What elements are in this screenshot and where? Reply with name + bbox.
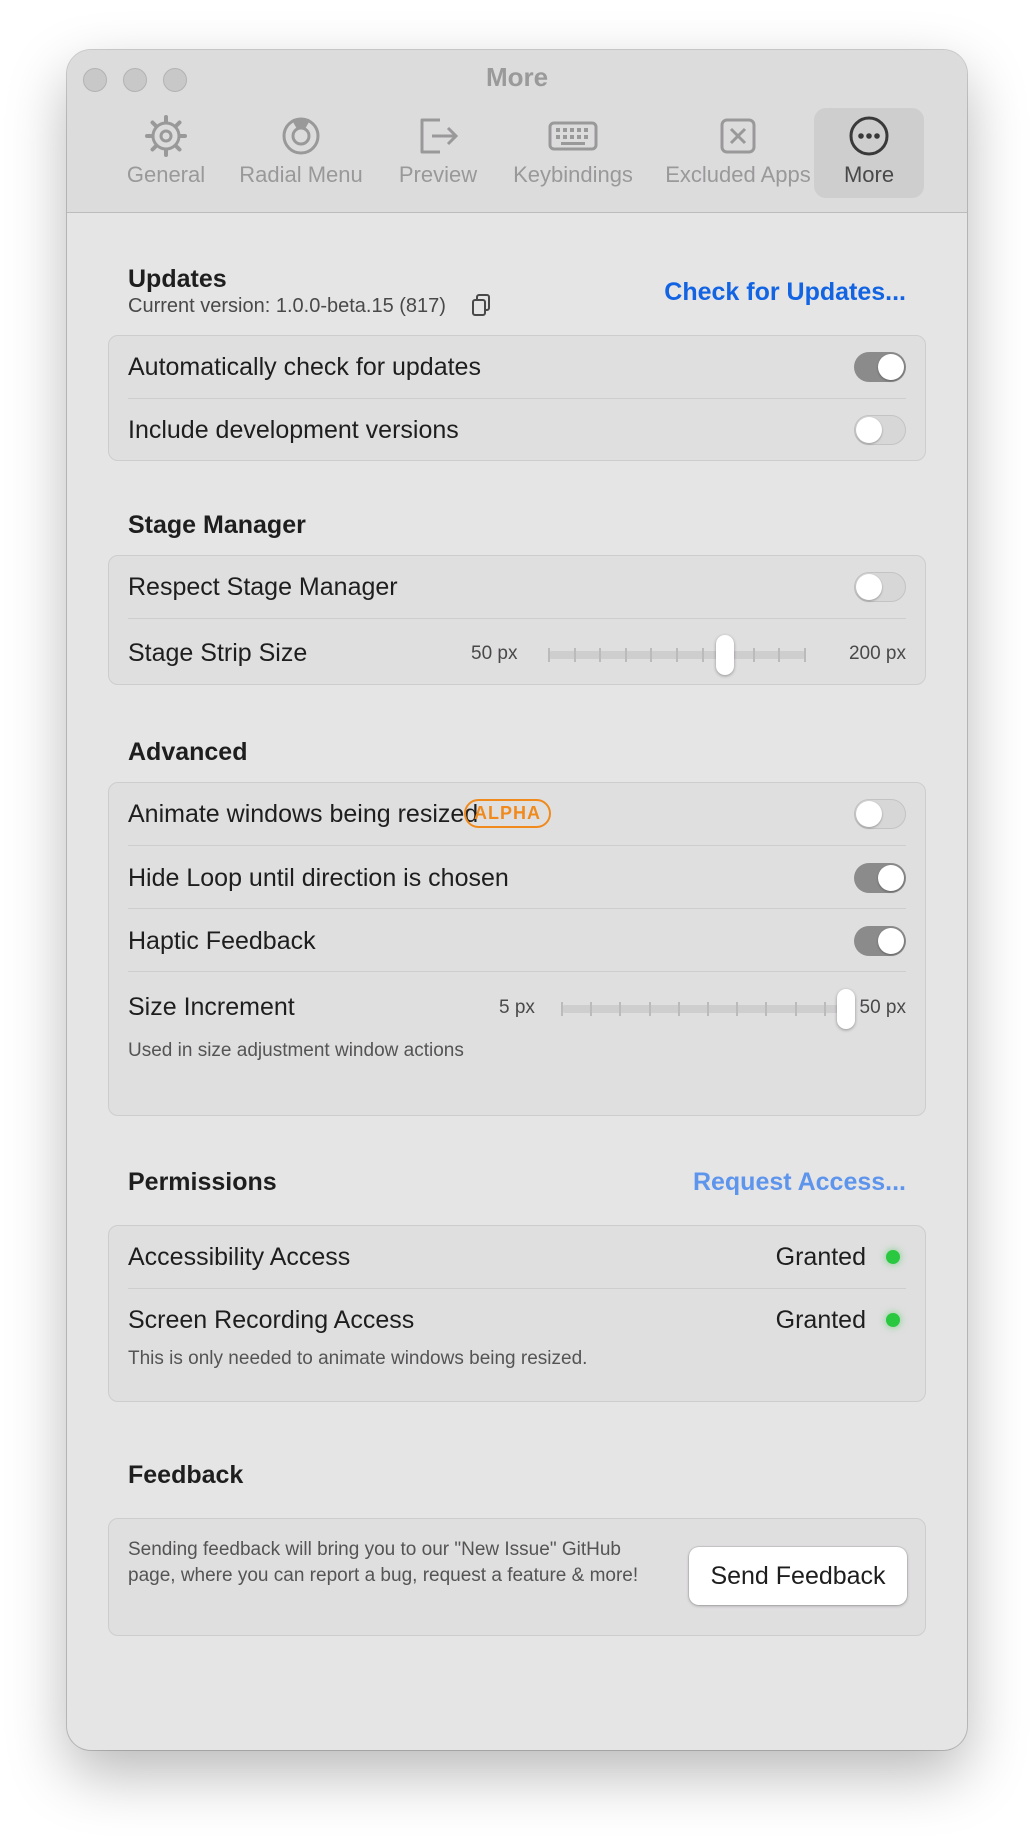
tab-preview-label: Preview <box>398 162 478 187</box>
hide-loop-toggle[interactable] <box>854 863 906 893</box>
hide-loop-label: Hide Loop until direction is chosen <box>128 864 509 892</box>
stage-strip-slider-knob[interactable] <box>716 635 734 675</box>
gear-icon <box>145 115 187 157</box>
dev-versions-toggle[interactable] <box>854 415 906 445</box>
animate-windows-row: Animate windows being resized ALPHA <box>128 783 906 845</box>
size-increment-slider-tick <box>648 1002 651 1016</box>
size-increment-slider-tick <box>677 1002 680 1016</box>
dev-versions-label: Include development versions <box>128 416 459 444</box>
size-increment-slider-tick <box>794 1002 797 1016</box>
check-for-updates-button[interactable]: Check for Updates... <box>664 278 906 307</box>
auto-check-label: Automatically check for updates <box>128 353 481 381</box>
toolbar: More General Radial Menu Preview Keybind… <box>67 50 967 213</box>
radial-menu-icon <box>282 117 320 155</box>
size-increment-slider-tick <box>707 1002 709 1016</box>
respect-stage-manager-row: Respect Stage Manager <box>128 556 906 618</box>
accessibility-status-dot <box>886 1250 900 1264</box>
stage-strip-size-row: Stage Strip Size 50 px 200 px <box>128 619 906 685</box>
dev-versions-row: Include development versions <box>128 399 906 461</box>
haptic-feedback-row: Haptic Feedback <box>128 909 906 971</box>
size-increment-slider-knob[interactable] <box>837 989 855 1029</box>
haptic-feedback-label: Haptic Feedback <box>128 927 316 955</box>
animate-windows-label: Animate windows being resized <box>128 800 479 828</box>
animate-windows-toggle[interactable] <box>854 799 906 829</box>
stage-manager-section-title: Stage Manager <box>128 511 306 539</box>
stage-strip-slider-tick <box>778 648 781 662</box>
tab-keybindings-label: Keybindings <box>513 162 633 187</box>
stage-strip-slider-tick <box>624 648 627 662</box>
size-increment-slider-tick <box>561 1002 563 1016</box>
size-increment-row: Size Increment 5 px 50 px Used in size a… <box>128 972 906 1116</box>
respect-stage-manager-label: Respect Stage Manager <box>128 573 398 601</box>
size-increment-caption: Used in size adjustment window actions <box>128 1040 464 1061</box>
settings-window: More General Radial Menu Preview Keybind… <box>67 50 967 1750</box>
tab-general[interactable]: General <box>111 108 221 198</box>
feedback-section-title: Feedback <box>128 1461 244 1489</box>
auto-check-row: Automatically check for updates <box>128 336 906 398</box>
stage-strip-slider-tick <box>701 648 704 662</box>
stage-strip-slider-tick <box>650 648 653 662</box>
stage-strip-slider-tick <box>676 648 678 662</box>
accessibility-status: Granted <box>775 1243 866 1271</box>
advanced-card: Animate windows being resized ALPHA Hide… <box>108 782 926 1116</box>
screen-recording-status: Granted <box>775 1306 866 1334</box>
size-increment-slider-tick <box>765 1002 768 1016</box>
tab-keybindings[interactable]: Keybindings <box>493 108 653 198</box>
updates-section-title: Updates <box>128 265 227 293</box>
stage-strip-slider-tick <box>804 648 806 662</box>
updates-card: Automatically check for updates Include … <box>108 335 926 461</box>
hide-loop-row: Hide Loop until direction is chosen <box>128 846 906 908</box>
screen-recording-caption: This is only needed to animate windows b… <box>128 1348 588 1369</box>
stage-strip-max-label: 200 px <box>848 643 906 664</box>
size-increment-slider-tick <box>619 1002 622 1016</box>
tab-radial-menu-label: Radial Menu <box>239 162 363 187</box>
respect-stage-manager-toggle[interactable] <box>854 572 906 602</box>
stage-strip-slider-tick <box>548 648 550 662</box>
permissions-card: Accessibility Access Granted Screen Reco… <box>108 1225 926 1402</box>
accessibility-access-row: Accessibility Access Granted <box>128 1226 906 1288</box>
stage-manager-card: Respect Stage Manager Stage Strip Size 5… <box>108 555 926 685</box>
stage-strip-min-label: 50 px <box>471 643 518 664</box>
tab-more-label: More <box>843 162 895 187</box>
size-increment-min-label: 5 px <box>499 997 535 1018</box>
excluded-apps-icon <box>720 118 756 154</box>
ellipsis-icon <box>849 116 889 156</box>
size-increment-slider-tick <box>590 1002 593 1016</box>
tab-preview[interactable]: Preview <box>383 108 493 198</box>
tab-general-label: General <box>126 162 206 187</box>
permissions-section-title: Permissions <box>128 1168 277 1196</box>
accessibility-access-label: Accessibility Access <box>128 1243 351 1271</box>
feedback-card: Sending feedback will bring you to our "… <box>108 1518 926 1636</box>
advanced-section-title: Advanced <box>128 738 248 766</box>
send-feedback-button[interactable]: Send Feedback <box>689 1547 907 1605</box>
size-increment-label: Size Increment <box>128 993 295 1021</box>
preview-icon <box>420 118 459 154</box>
window-title: More <box>485 62 549 92</box>
tab-radial-menu[interactable]: Radial Menu <box>227 108 375 198</box>
current-version-text: Current version: 1.0.0-beta.15 (817) <box>128 295 446 317</box>
keyboard-icon <box>548 121 598 151</box>
stage-strip-size-slider[interactable] <box>548 635 806 675</box>
stage-strip-size-label: Stage Strip Size <box>128 639 308 667</box>
stage-strip-slider-tick <box>599 648 602 662</box>
settings-content: Updates Current version: 1.0.0-beta.15 (… <box>67 213 967 1750</box>
tab-excluded-apps-label: Excluded Apps <box>665 162 811 187</box>
size-increment-slider[interactable] <box>561 989 855 1029</box>
alpha-badge: ALPHA <box>464 799 551 828</box>
tab-more[interactable]: More <box>814 108 924 198</box>
tab-excluded-apps[interactable]: Excluded Apps <box>653 108 823 198</box>
size-increment-max-label: 50 px <box>859 997 906 1018</box>
stage-strip-slider-tick <box>752 648 755 662</box>
screen-recording-row: Screen Recording Access Granted This is … <box>128 1289 906 1401</box>
request-access-button[interactable]: Request Access... <box>693 1168 906 1197</box>
size-increment-slider-tick <box>736 1002 739 1016</box>
auto-check-toggle[interactable] <box>854 352 906 382</box>
screen-recording-status-dot <box>886 1313 900 1327</box>
stage-strip-slider-tick <box>573 648 576 662</box>
copy-icon[interactable] <box>471 293 491 317</box>
size-increment-slider-tick <box>823 1002 826 1016</box>
haptic-feedback-toggle[interactable] <box>854 926 906 956</box>
screen-recording-label: Screen Recording Access <box>128 1306 415 1334</box>
feedback-description: Sending feedback will bring you to our "… <box>128 1539 639 1586</box>
